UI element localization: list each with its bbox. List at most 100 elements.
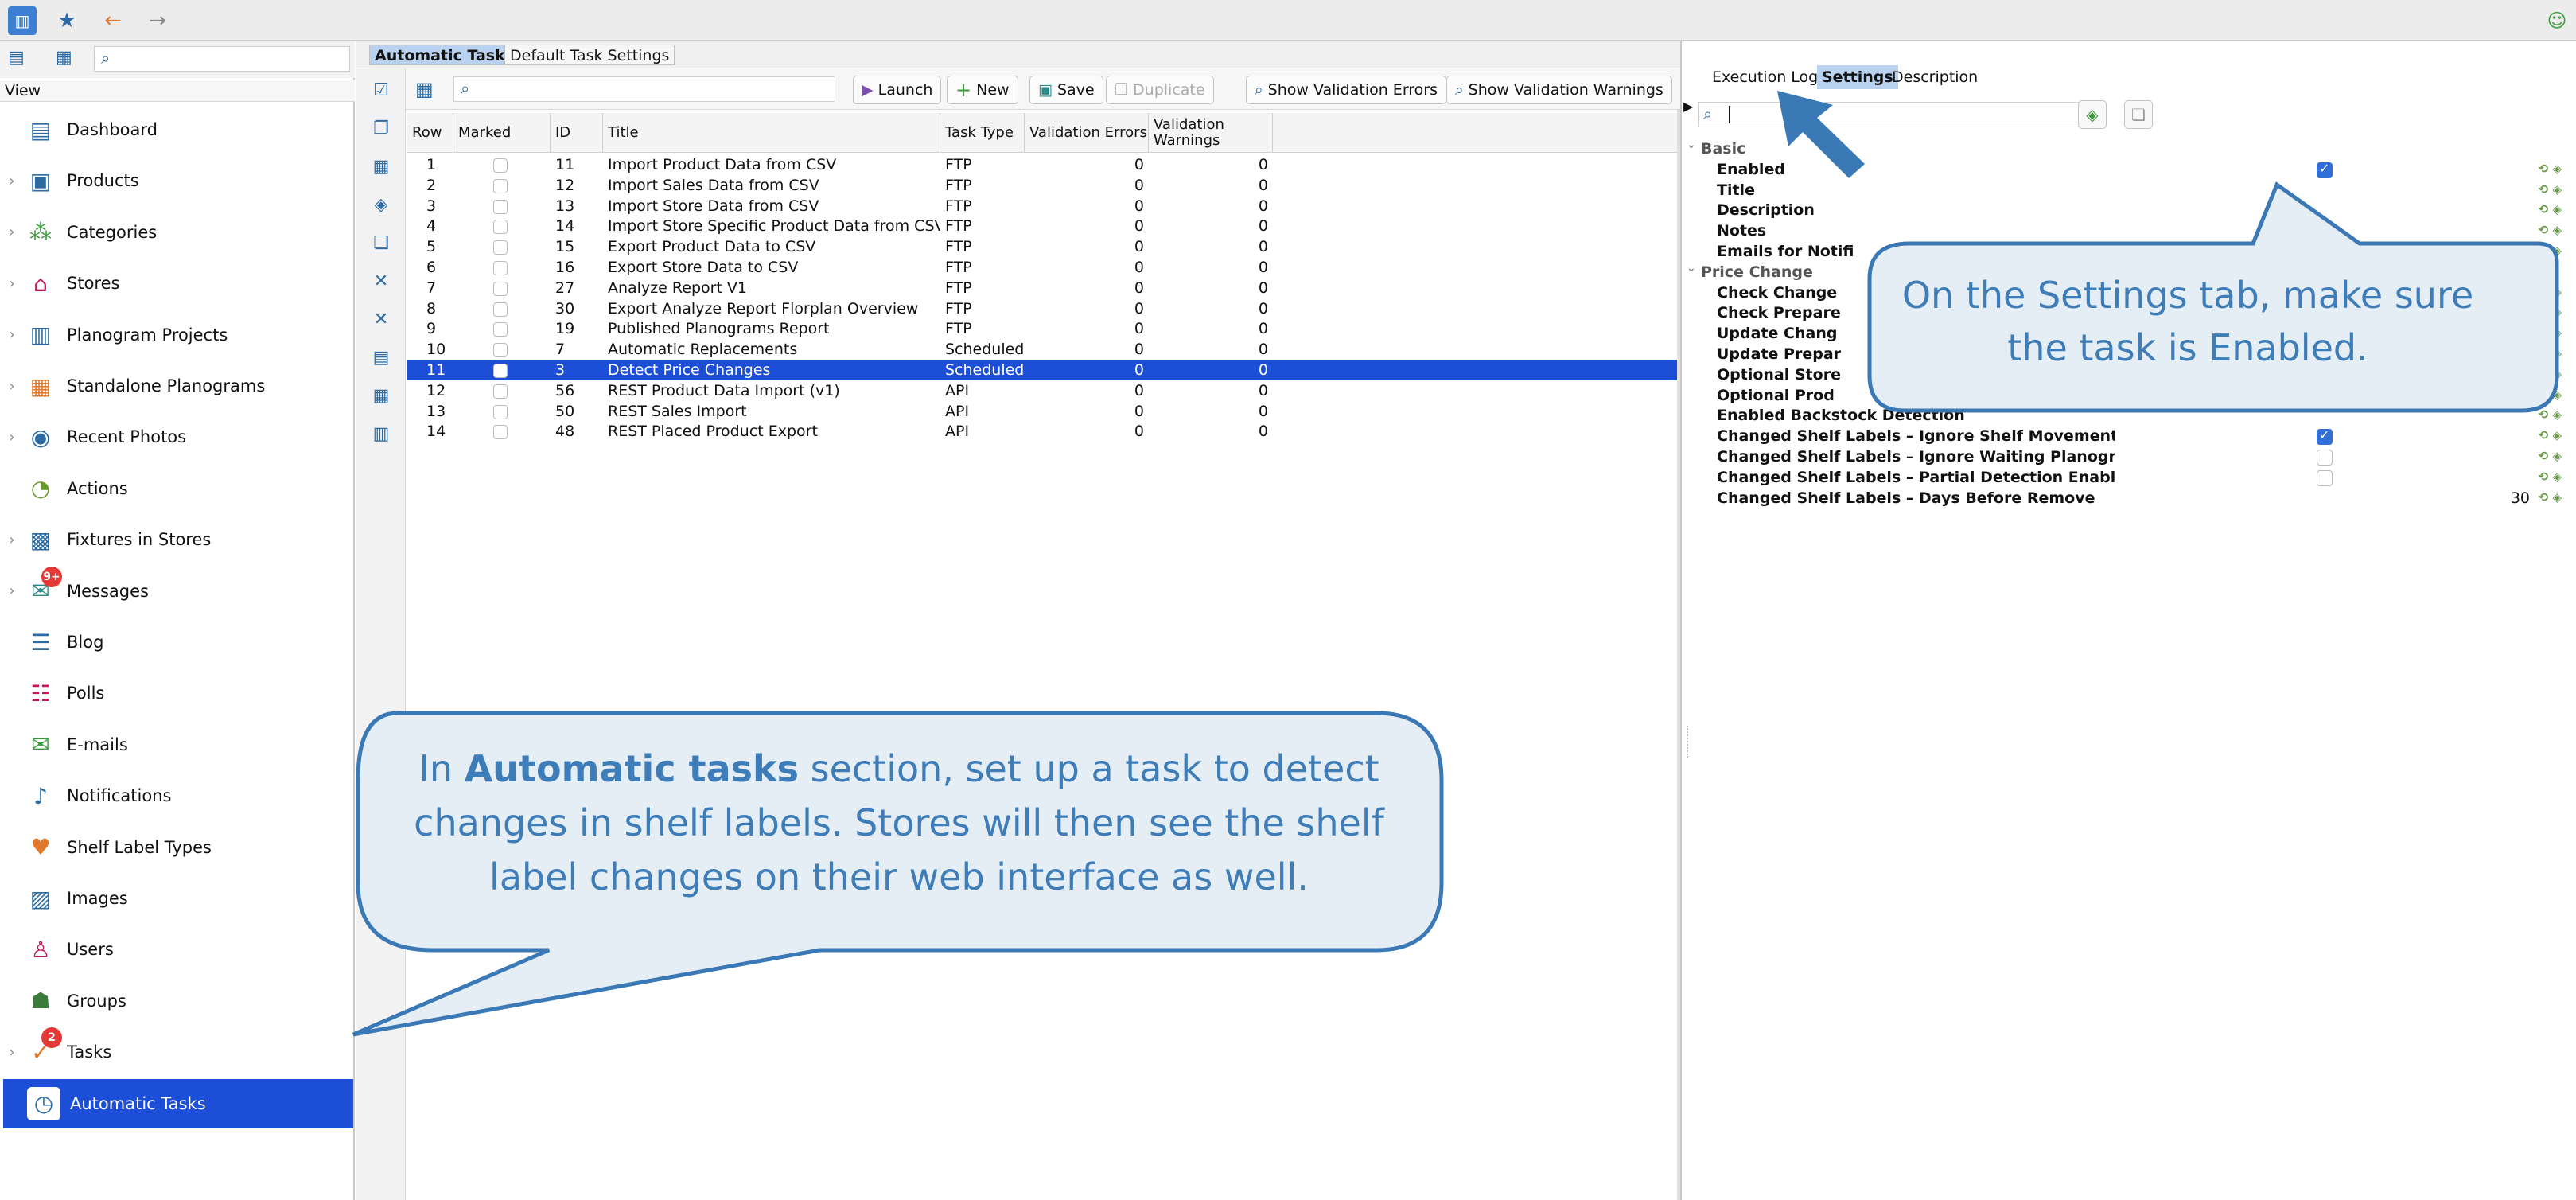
column-header-id[interactable]: ID — [551, 113, 603, 153]
sidebar-item-images[interactable]: ▨ Images — [0, 874, 355, 923]
new-button[interactable]: + New — [947, 76, 1018, 104]
chevron-right-icon[interactable]: › — [0, 224, 24, 240]
table-row[interactable]: 12 56 REST Product Data Import (v1) API 0 0 — [407, 380, 1680, 401]
chevron-right-icon[interactable]: › — [0, 429, 24, 446]
column-header-title[interactable]: Title — [603, 113, 940, 153]
property-row[interactable]: Changed Shelf Labels – Ignore Shelf Move… — [1698, 426, 2573, 446]
marked-checkbox[interactable] — [493, 302, 508, 317]
column-header-marked[interactable]: Marked — [453, 113, 551, 153]
chevron-right-icon[interactable]: › — [0, 532, 24, 548]
chevron-right-icon[interactable]: › — [0, 275, 24, 292]
marked-checkbox[interactable] — [493, 425, 508, 440]
copy-icon[interactable]: ❐ — [368, 115, 395, 142]
document-button[interactable]: ❏ — [2124, 100, 2153, 129]
tab-description[interactable]: Description — [1887, 65, 1983, 89]
collapse-icon[interactable]: ▤ — [8, 48, 25, 68]
star-icon[interactable]: ★ — [53, 6, 81, 35]
chevron-down-icon[interactable]: ⌄ — [1687, 262, 1696, 275]
marked-checkbox[interactable] — [493, 322, 508, 337]
marked-checkbox[interactable] — [493, 240, 508, 255]
back-arrow-icon[interactable]: ← — [99, 6, 127, 35]
table-row[interactable]: 11 3 Detect Price Changes Scheduled 0 0 — [407, 360, 1680, 380]
duplicate-button[interactable]: ❐ Duplicate — [1106, 76, 1214, 104]
property-checkbox[interactable]: ✓ — [2317, 427, 2333, 446]
excel-import-icon[interactable]: ✕ — [368, 306, 395, 333]
table-settings-icon[interactable]: ▦ — [415, 78, 434, 100]
sidebar-item-notifications[interactable]: ♪ Notifications — [0, 771, 355, 820]
property-row[interactable]: Changed Shelf Labels – Ignore Waiting Pl… — [1698, 446, 2573, 467]
resize-handle[interactable] — [1687, 726, 1693, 758]
sidebar-item-planogram-projects[interactable]: › ▥ Planogram Projects — [0, 310, 355, 360]
table-row[interactable]: 10 7 Automatic Replacements Scheduled 0 0 — [407, 339, 1680, 360]
property-checkbox[interactable] — [2317, 450, 2333, 466]
table-row[interactable]: 1 11 Import Product Data from CSV FTP 0 0 — [407, 154, 1680, 175]
chevron-right-icon[interactable]: › — [0, 582, 24, 599]
map-button[interactable]: ◈ — [2078, 100, 2107, 129]
marked-checkbox[interactable] — [493, 384, 508, 399]
sidebar-item-messages[interactable]: › ✉ 9+ Messages — [0, 566, 355, 616]
calendar-icon[interactable]: ▦ — [368, 153, 395, 180]
view-options-icon[interactable]: ▦ — [56, 48, 72, 68]
column-header-validation-errors[interactable]: Validation Errors — [1025, 113, 1149, 153]
sidebar-item-recent-photos[interactable]: › ◉ Recent Photos — [0, 412, 355, 462]
save-button[interactable]: ▣ Save — [1029, 76, 1103, 104]
table-row[interactable]: 2 12 Import Sales Data from CSV FTP 0 0 — [407, 175, 1680, 196]
table-row[interactable]: 6 16 Export Store Data to CSV FTP 0 0 — [407, 257, 1680, 278]
task-search-input[interactable]: ⌕ — [453, 76, 835, 102]
tab-automatic-tasks[interactable]: Automatic Tasks — [369, 45, 520, 65]
reset-icon[interactable]: ⟲ ◈ — [2539, 162, 2562, 176]
chevron-right-icon[interactable]: › — [0, 173, 24, 189]
sidebar-item-stores[interactable]: › ⌂ Stores — [0, 259, 355, 308]
excel-export-icon[interactable]: ✕ — [368, 267, 395, 294]
expand-right-icon[interactable]: ▶ — [1683, 99, 1693, 114]
marked-checkbox[interactable] — [493, 261, 508, 275]
chevron-right-icon[interactable]: › — [0, 326, 24, 343]
sidebar-item-tasks[interactable]: › ✓ 2 Tasks — [0, 1027, 355, 1077]
sidebar-item-standalone-planograms[interactable]: › ▦ Standalone Planograms — [0, 361, 355, 411]
property-row[interactable]: Changed Shelf Labels – Days Before Remov… — [1698, 488, 2573, 508]
sidebar-item-groups[interactable]: ☗ Groups — [0, 976, 355, 1026]
column-header-task-type[interactable]: Task Type — [940, 113, 1025, 153]
chevron-right-icon[interactable]: › — [0, 1044, 24, 1061]
table-row[interactable]: 14 48 REST Placed Product Export API 0 0 — [407, 421, 1680, 442]
reset-icon[interactable]: ⟲ ◈ — [2539, 490, 2562, 505]
marked-checkbox[interactable] — [493, 220, 508, 235]
property-value[interactable]: 30 — [2511, 488, 2530, 508]
marked-checkbox[interactable] — [493, 404, 508, 419]
sidebar-item-automatic-tasks[interactable]: ◷ Automatic Tasks — [3, 1078, 353, 1128]
sidebar-item-products[interactable]: › ▣ Products — [0, 156, 355, 205]
table-row[interactable]: 9 19 Published Planograms Report FTP 0 0 — [407, 318, 1680, 339]
table-row[interactable]: 13 50 REST Sales Import API 0 0 — [407, 401, 1680, 422]
sidebar-item-shelf-label-types[interactable]: ♥ Shelf Label Types — [0, 823, 355, 872]
chart-icon[interactable]: ▥ — [368, 420, 395, 447]
sidebar-item-actions[interactable]: ◔ Actions — [0, 464, 355, 513]
marked-checkbox[interactable] — [493, 158, 508, 173]
marked-checkbox[interactable] — [493, 281, 508, 296]
reset-icon[interactable]: ⟲ ◈ — [2539, 428, 2562, 442]
launch-button[interactable]: ▶ Launch — [853, 76, 942, 104]
nav-search-input[interactable]: ⌕ — [94, 46, 350, 72]
chevron-down-icon[interactable]: ⌄ — [1687, 138, 1696, 151]
column-header-validation-warnings[interactable]: Validation Warnings — [1149, 113, 1273, 153]
map-icon[interactable]: ◈ — [368, 191, 395, 218]
sidebar-item-dashboard[interactable]: ▤ Dashboard — [0, 105, 355, 154]
documents-icon[interactable]: ❏ — [368, 229, 395, 256]
reset-icon[interactable]: ⟲ ◈ — [2539, 449, 2562, 463]
marked-checkbox[interactable] — [493, 178, 508, 193]
property-checkbox[interactable] — [2317, 469, 2333, 486]
chevron-right-icon[interactable]: › — [0, 378, 24, 395]
sidebar-toggle-icon[interactable]: ▥ — [8, 6, 37, 35]
sidebar-item-users[interactable]: ♙ Users — [0, 925, 355, 974]
table-row[interactable]: 4 14 Import Store Specific Product Data fr… — [407, 216, 1680, 236]
marked-checkbox[interactable] — [493, 343, 508, 358]
sidebar-item-fixtures-in-stores[interactable]: › ▩ Fixtures in Stores — [0, 515, 355, 564]
check-all-icon[interactable]: ☑ — [368, 76, 395, 103]
table-row[interactable]: 3 13 Import Store Data from CSV FTP 0 0 — [407, 196, 1680, 216]
sidebar-item-blog[interactable]: ☰ Blog — [0, 618, 355, 667]
show-validation-errors-button[interactable]: ⌕ Show Validation Errors — [1246, 76, 1447, 104]
sidebar-item-e-mails[interactable]: ✉ E-mails — [0, 720, 355, 769]
marked-checkbox[interactable] — [493, 199, 508, 214]
csv-icon[interactable]: ▤ — [368, 344, 395, 371]
sidebar-item-polls[interactable]: ☷ Polls — [0, 668, 355, 718]
show-validation-warnings-button[interactable]: ⌕ Show Validation Warnings — [1446, 76, 1672, 104]
